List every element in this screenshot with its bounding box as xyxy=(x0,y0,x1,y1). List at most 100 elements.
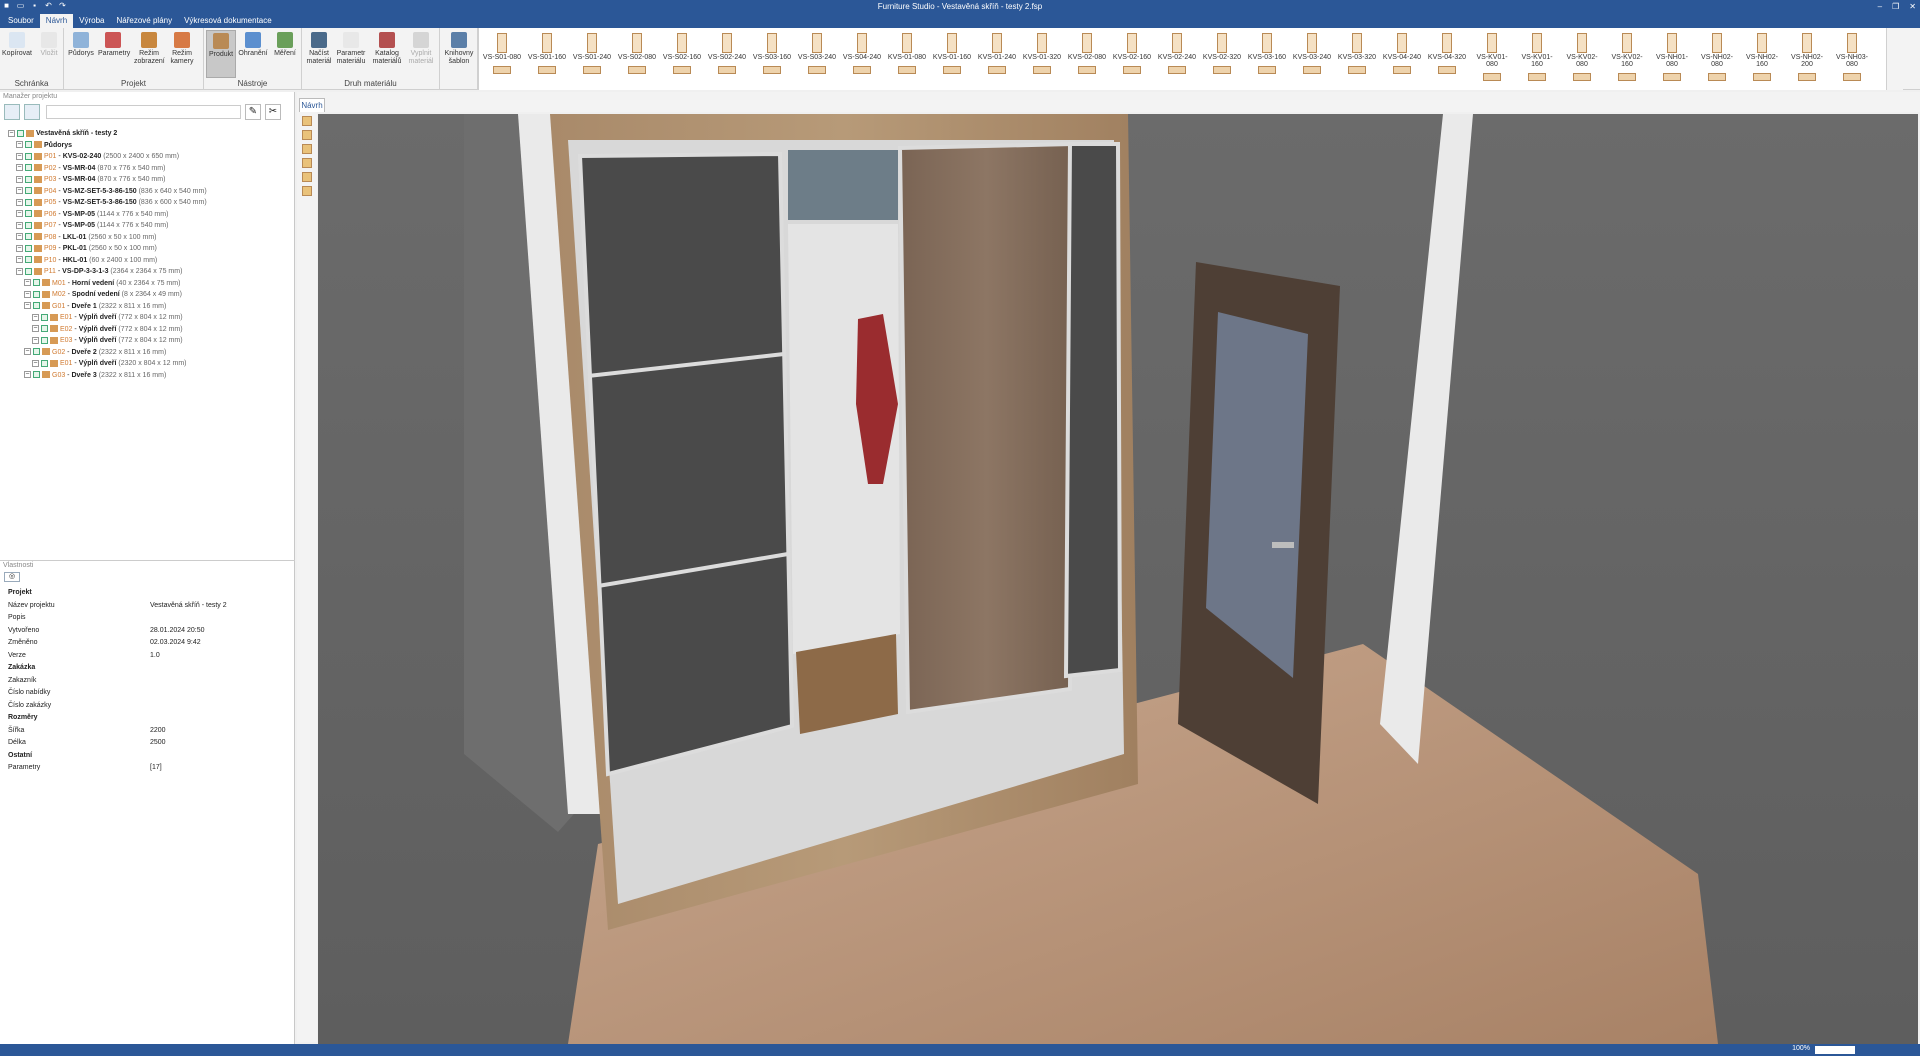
tools-icon[interactable]: ✂ xyxy=(265,104,281,120)
tree-item[interactable]: – P01 - KVS-02-240 (2500 x 2400 x 650 mm) xyxy=(16,151,179,162)
load-material-button[interactable]: Načíst materiál xyxy=(304,30,334,78)
property-row[interactable]: Vytvořeno 28.01.2024 20:50 xyxy=(8,625,288,636)
pencil-icon[interactable] xyxy=(302,158,312,168)
visibility-checkbox[interactable] xyxy=(25,152,32,160)
paste-button[interactable]: Vložit xyxy=(34,30,64,78)
tree-item[interactable]: – P10 - HKL-01 (60 x 2400 x 100 mm) xyxy=(16,255,157,266)
camera-mode-button[interactable]: Režim kamery xyxy=(167,30,197,78)
visibility-checkbox[interactable] xyxy=(41,336,48,344)
tree-item[interactable]: – P03 - VS-MR-04 (870 x 776 x 540 mm) xyxy=(16,174,165,185)
template-item[interactable]: KVS-04-320 xyxy=(1426,30,1468,88)
menu-production[interactable]: Výroba xyxy=(73,14,110,28)
tree-item[interactable]: – G03 - Dveře 3 (2322 x 811 x 16 mm) xyxy=(24,370,166,381)
tree-item[interactable]: – E01 - Výplň dveří (772 x 804 x 12 mm) xyxy=(32,312,183,323)
tree-item[interactable]: – P04 - VS-MZ-SET-5-3-86-150 (836 x 640 x… xyxy=(16,186,207,197)
expander-icon[interactable]: – xyxy=(8,129,15,137)
template-item[interactable]: VS-S03-160 xyxy=(751,30,793,88)
menu-cutting-plans[interactable]: Nářezové plány xyxy=(111,14,179,28)
fill-material-button[interactable]: Vyplnit materiál xyxy=(406,30,436,78)
tool-icon[interactable] xyxy=(302,130,312,140)
expander-icon[interactable]: – xyxy=(16,175,23,183)
tree-item[interactable]: – P08 - LKL-01 (2560 x 50 x 100 mm) xyxy=(16,232,156,243)
template-item[interactable]: VS-NH01-080 xyxy=(1651,30,1693,88)
template-item[interactable]: VS-S03-240 xyxy=(796,30,838,88)
visibility-checkbox[interactable] xyxy=(25,233,32,241)
expander-icon[interactable]: – xyxy=(16,256,23,264)
parameters-button[interactable]: Parametry xyxy=(98,30,130,78)
template-item[interactable]: VS-S01-240 xyxy=(571,30,613,88)
template-item[interactable]: VS-S01-080 xyxy=(481,30,523,88)
template-item[interactable]: KVS-02-160 xyxy=(1111,30,1153,88)
expander-icon[interactable]: – xyxy=(16,221,23,229)
template-item[interactable]: KVS-03-320 xyxy=(1336,30,1378,88)
visibility-checkbox[interactable] xyxy=(41,359,48,367)
tree-item[interactable]: – P07 - VS-MP-05 (1144 x 776 x 540 mm) xyxy=(16,220,168,231)
expander-icon[interactable]: – xyxy=(24,302,31,310)
template-item[interactable]: VS-KV02-080 xyxy=(1561,30,1603,88)
template-item[interactable]: VS-NH03-080 xyxy=(1831,30,1873,88)
visibility-checkbox[interactable] xyxy=(25,198,32,206)
tool-icon[interactable] xyxy=(302,172,312,182)
expander-icon[interactable]: – xyxy=(32,359,39,367)
template-item[interactable]: KVS-04-240 xyxy=(1381,30,1423,88)
tree-item[interactable]: – Půdorys xyxy=(16,140,72,151)
template-item[interactable]: VS-NH02-160 xyxy=(1741,30,1783,88)
tree-item[interactable]: – E03 - Výplň dveří (772 x 804 x 12 mm) xyxy=(32,335,183,346)
template-item[interactable]: VS-KV02-160 xyxy=(1606,30,1648,88)
expander-icon[interactable]: – xyxy=(24,348,31,356)
menu-drawings[interactable]: Výkresová dokumentace xyxy=(178,14,278,28)
expander-icon[interactable]: – xyxy=(16,164,23,172)
property-row[interactable]: Délka 2500 xyxy=(8,737,288,748)
property-row[interactable]: Číslo zakázky xyxy=(8,700,288,711)
template-item[interactable]: KVS-03-160 xyxy=(1246,30,1288,88)
close-icon[interactable]: ✕ xyxy=(1909,0,1916,13)
menu-file[interactable]: Soubor xyxy=(2,14,40,28)
expander-icon[interactable]: – xyxy=(24,290,31,298)
template-item[interactable]: KVS-03-240 xyxy=(1291,30,1333,88)
zoom-slider[interactable] xyxy=(1815,1046,1855,1054)
brush-icon[interactable]: ✎ xyxy=(245,104,261,120)
template-item[interactable]: VS-S04-240 xyxy=(841,30,883,88)
tree-item[interactable]: – E01 - Výplň dveří (2320 x 804 x 12 mm) xyxy=(32,358,186,369)
3d-viewport[interactable] xyxy=(318,114,1918,1044)
tree-item[interactable]: – P06 - VS-MP-05 (1144 x 776 x 540 mm) xyxy=(16,209,168,220)
visibility-checkbox[interactable] xyxy=(25,267,32,275)
tree-item[interactable]: – G02 - Dveře 2 (2322 x 811 x 16 mm) xyxy=(24,347,166,358)
tree-item[interactable]: – P05 - VS-MZ-SET-5-3-86-150 (836 x 600 x… xyxy=(16,197,207,208)
visibility-checkbox[interactable] xyxy=(25,221,32,229)
template-item[interactable]: KVS-01-160 xyxy=(931,30,973,88)
menu-design[interactable]: Návrh xyxy=(39,14,74,28)
copy-button[interactable]: Kopírovat xyxy=(2,30,32,78)
visibility-checkbox[interactable] xyxy=(41,325,48,333)
template-item[interactable]: VS-NH02-200 xyxy=(1786,30,1828,88)
visibility-checkbox[interactable] xyxy=(33,302,40,310)
visibility-checkbox[interactable] xyxy=(25,210,32,218)
measure-button[interactable]: Měření xyxy=(270,30,300,78)
tree-item[interactable]: – P02 - VS-MR-04 (870 x 776 x 540 mm) xyxy=(16,163,165,174)
tree-item[interactable]: – M02 - Spodní vedení (8 x 2364 x 49 mm) xyxy=(24,289,182,300)
tool-icon[interactable] xyxy=(302,116,312,126)
template-item[interactable]: KVS-01-080 xyxy=(886,30,928,88)
filter-input[interactable] xyxy=(46,105,241,119)
tree-item[interactable]: – G01 - Dveře 1 (2322 x 811 x 16 mm) xyxy=(24,301,166,312)
expander-icon[interactable]: – xyxy=(16,244,23,252)
edging-button[interactable]: Ohranění xyxy=(238,30,268,78)
template-item[interactable]: VS-S02-080 xyxy=(616,30,658,88)
property-row[interactable]: Název projektu Vestavěná skříň - testy 2 xyxy=(8,600,288,611)
maximize-icon[interactable]: ❐ xyxy=(1892,0,1899,13)
template-item[interactable]: KVS-02-080 xyxy=(1066,30,1108,88)
template-item[interactable]: KVS-01-240 xyxy=(976,30,1018,88)
expander-icon[interactable]: – xyxy=(16,233,23,241)
visibility-checkbox[interactable] xyxy=(25,256,32,264)
visibility-checkbox[interactable] xyxy=(25,187,32,195)
display-mode-button[interactable]: Režim zobrazení xyxy=(134,30,165,78)
expander-icon[interactable]: – xyxy=(16,187,23,195)
floorplan-button[interactable]: Půdorys xyxy=(66,30,96,78)
visibility-checkbox[interactable] xyxy=(33,348,40,356)
tree-item[interactable]: – P09 - PKL-01 (2560 x 50 x 100 mm) xyxy=(16,243,157,254)
property-row[interactable]: Verze 1.0 xyxy=(8,650,288,661)
visibility-checkbox[interactable] xyxy=(25,141,32,149)
tree-item[interactable]: – E02 - Výplň dveří (772 x 804 x 12 mm) xyxy=(32,324,183,335)
template-library-button[interactable]: Knihovny šablon xyxy=(442,30,476,78)
tree-item[interactable]: – P11 - VS-DP-3-3-1-3 (2364 x 2364 x 75 m… xyxy=(16,266,182,277)
